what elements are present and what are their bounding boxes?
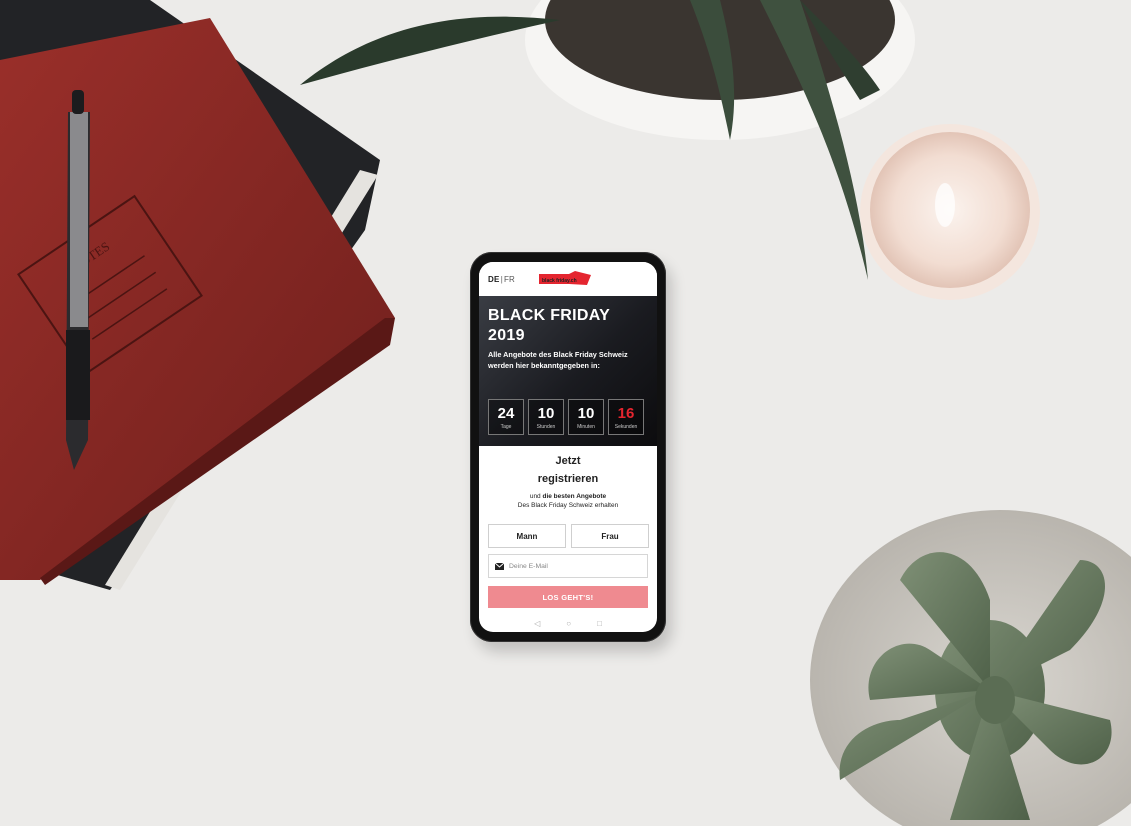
android-nav-bar: ◁ ○ □ — [479, 614, 657, 632]
register-subtitle-bold: die besten Angebote — [542, 493, 607, 500]
blackfriday-logo[interactable]: black friday.ch — [539, 271, 591, 287]
countdown-minutes-value: 10 — [577, 404, 595, 422]
countdown-seconds: 16 Sekunden — [608, 399, 644, 435]
back-icon[interactable]: ◁ — [534, 619, 540, 628]
gender-frau-button[interactable]: Frau — [571, 524, 649, 548]
hero-subtitle-line-2: werden hier bekanntgegeben in: — [488, 361, 600, 370]
countdown-hours-unit: Stunden — [536, 423, 556, 430]
pen — [66, 90, 90, 470]
countdown-days: 24 Tage — [488, 399, 524, 435]
countdown-days-unit: Tage — [500, 423, 512, 430]
countdown-days-value: 24 — [497, 404, 515, 422]
register-title-line-2: registrieren — [537, 473, 599, 485]
site-header: DE|FR black friday.ch — [479, 262, 657, 296]
hero-subtitle-line-1: Alle Angebote des Black Friday Schweiz — [488, 350, 628, 359]
phone-screen: DE|FR black friday.ch BLACK FRIDAY 2019 … — [479, 262, 657, 632]
lang-fr-link[interactable]: FR — [504, 275, 515, 284]
register-subtitle-line-2: Des Black Friday Schweiz erhalten — [517, 502, 619, 509]
register-subtitle-prefix: und — [529, 493, 543, 500]
logo-text: black friday.ch — [542, 278, 577, 284]
home-icon[interactable]: ○ — [566, 619, 571, 628]
countdown-seconds-value: 16 — [617, 404, 635, 422]
smartphone: DE|FR black friday.ch BLACK FRIDAY 2019 … — [470, 252, 666, 642]
hero-subtitle: Alle Angebote des Black Friday Schweiz w… — [488, 349, 653, 371]
hero-title-line-1: BLACK FRIDAY — [488, 307, 611, 324]
countdown-minutes: 10 Minuten — [568, 399, 604, 435]
register-section: Jetzt registrieren und die besten Angebo… — [479, 452, 657, 510]
lang-de-link[interactable]: DE — [488, 275, 500, 284]
email-field[interactable]: Deine E-Mail — [488, 554, 648, 578]
countdown-minutes-unit: Minuten — [577, 423, 595, 430]
hero-title-line-2: 2019 — [488, 327, 525, 344]
register-title-line-1: Jetzt — [555, 455, 581, 467]
countdown: 24 Tage 10 Stunden 10 Minuten 16 Sekunde… — [488, 399, 644, 435]
hero-banner: BLACK FRIDAY 2019 Alle Angebote des Blac… — [479, 296, 657, 446]
email-placeholder: Deine E-Mail — [509, 562, 548, 570]
countdown-seconds-unit: Sekunden — [614, 423, 638, 430]
register-subtitle-line-1: und die besten Angebote — [479, 492, 657, 501]
language-switcher: DE|FR — [488, 275, 515, 284]
hero-title: BLACK FRIDAY 2019 — [488, 306, 610, 346]
envelope-icon — [495, 562, 504, 570]
gender-mann-button[interactable]: Mann — [488, 524, 566, 548]
submit-button[interactable]: LOS GEHT'S! — [488, 586, 648, 608]
gender-selector: Mann Frau — [488, 524, 649, 548]
candle — [860, 124, 1040, 300]
countdown-hours: 10 Stunden — [528, 399, 564, 435]
recent-apps-icon[interactable]: □ — [597, 619, 602, 628]
countdown-hours-value: 10 — [537, 404, 555, 422]
